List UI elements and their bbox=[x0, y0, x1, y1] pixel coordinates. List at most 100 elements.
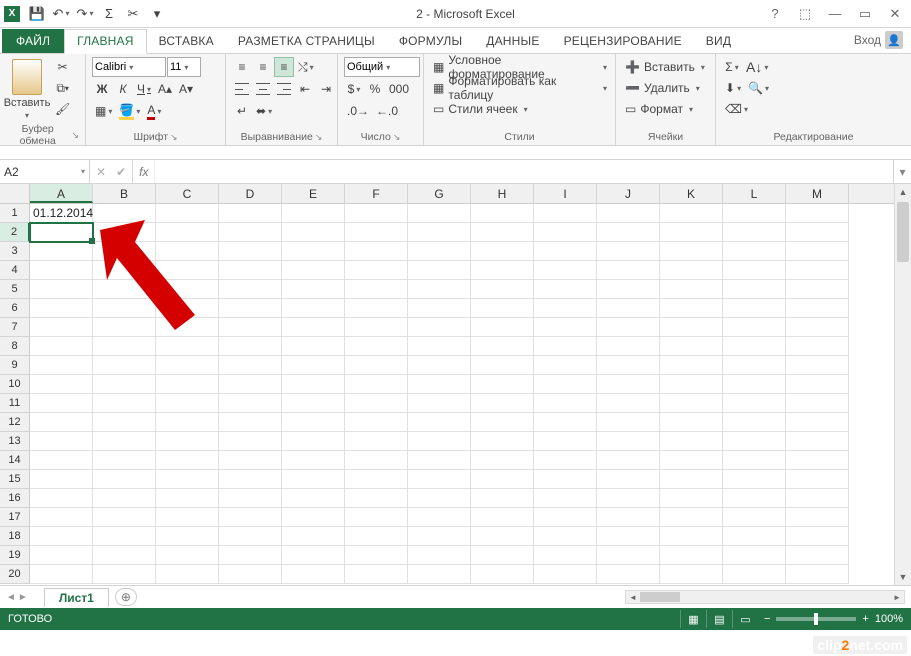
number-format-select[interactable]: Общий▾ bbox=[344, 57, 420, 77]
scroll-down-icon[interactable]: ▼ bbox=[895, 569, 911, 585]
italic-button[interactable]: К bbox=[113, 79, 133, 99]
cell[interactable] bbox=[786, 394, 849, 413]
cell[interactable] bbox=[471, 489, 534, 508]
cell[interactable] bbox=[786, 356, 849, 375]
cell[interactable] bbox=[660, 280, 723, 299]
cell[interactable] bbox=[723, 356, 786, 375]
cell[interactable] bbox=[219, 394, 282, 413]
tab-insert[interactable]: ВСТАВКА bbox=[147, 30, 226, 53]
cell[interactable] bbox=[219, 451, 282, 470]
cell[interactable] bbox=[723, 470, 786, 489]
cell[interactable] bbox=[156, 204, 219, 223]
cell[interactable] bbox=[156, 261, 219, 280]
cell[interactable] bbox=[408, 527, 471, 546]
zoom-out-icon[interactable]: − bbox=[764, 613, 770, 625]
cell[interactable] bbox=[345, 299, 408, 318]
column-header[interactable]: E bbox=[282, 184, 345, 203]
cell[interactable] bbox=[534, 242, 597, 261]
autosum-icon[interactable]: Σ bbox=[98, 3, 120, 25]
column-header[interactable]: F bbox=[345, 184, 408, 203]
cell[interactable] bbox=[93, 565, 156, 584]
cell[interactable] bbox=[597, 546, 660, 565]
cell[interactable] bbox=[408, 565, 471, 584]
cell[interactable] bbox=[30, 318, 93, 337]
cell[interactable] bbox=[408, 470, 471, 489]
cell[interactable] bbox=[597, 394, 660, 413]
cell[interactable] bbox=[534, 527, 597, 546]
percent-format-icon[interactable]: % bbox=[365, 79, 385, 99]
cell[interactable] bbox=[597, 527, 660, 546]
cell[interactable] bbox=[93, 527, 156, 546]
cell[interactable] bbox=[30, 356, 93, 375]
cell[interactable] bbox=[30, 223, 93, 242]
row-header[interactable]: 19 bbox=[0, 546, 30, 565]
cell[interactable] bbox=[93, 451, 156, 470]
cell[interactable] bbox=[786, 565, 849, 584]
format-cells-button[interactable]: ▭ Формат bbox=[622, 99, 712, 119]
cell[interactable] bbox=[219, 489, 282, 508]
cell[interactable] bbox=[786, 280, 849, 299]
cell-styles-button[interactable]: ▭ Стили ячеек bbox=[430, 99, 610, 119]
cell[interactable] bbox=[156, 356, 219, 375]
row-header[interactable]: 11 bbox=[0, 394, 30, 413]
cell[interactable] bbox=[345, 565, 408, 584]
row-header[interactable]: 7 bbox=[0, 318, 30, 337]
cell[interactable] bbox=[156, 413, 219, 432]
cell[interactable] bbox=[660, 299, 723, 318]
cell[interactable] bbox=[723, 451, 786, 470]
cell[interactable] bbox=[219, 261, 282, 280]
cell[interactable] bbox=[534, 451, 597, 470]
increase-indent-icon[interactable]: ⇥ bbox=[316, 79, 336, 99]
cell[interactable] bbox=[345, 508, 408, 527]
align-center-icon[interactable] bbox=[253, 79, 273, 99]
cell[interactable] bbox=[786, 508, 849, 527]
sheet-tab-active[interactable]: Лист1 bbox=[44, 588, 109, 607]
cell[interactable] bbox=[471, 546, 534, 565]
cell[interactable] bbox=[156, 337, 219, 356]
cell[interactable] bbox=[408, 432, 471, 451]
cell[interactable] bbox=[597, 470, 660, 489]
cell[interactable] bbox=[93, 508, 156, 527]
format-painter-button[interactable]: 🖌 bbox=[52, 99, 73, 119]
cell[interactable] bbox=[597, 261, 660, 280]
cell[interactable] bbox=[471, 470, 534, 489]
cell[interactable] bbox=[30, 280, 93, 299]
cell[interactable] bbox=[471, 432, 534, 451]
add-sheet-button[interactable]: ⊕ bbox=[115, 588, 137, 606]
cell[interactable] bbox=[345, 223, 408, 242]
cell[interactable] bbox=[597, 489, 660, 508]
cell[interactable] bbox=[471, 527, 534, 546]
cell[interactable] bbox=[471, 223, 534, 242]
number-launcher-icon[interactable]: ↘ bbox=[393, 132, 401, 143]
cell[interactable] bbox=[660, 356, 723, 375]
cell[interactable] bbox=[93, 299, 156, 318]
orientation-icon[interactable]: ⤭ bbox=[295, 57, 317, 77]
cell[interactable] bbox=[471, 337, 534, 356]
cell[interactable] bbox=[345, 394, 408, 413]
cell[interactable] bbox=[534, 280, 597, 299]
paste-button[interactable]: Вставить ▾ bbox=[6, 57, 48, 121]
cell[interactable] bbox=[30, 375, 93, 394]
wrap-text-button[interactable]: ↵ bbox=[232, 101, 252, 121]
cell[interactable] bbox=[408, 318, 471, 337]
cell[interactable] bbox=[723, 413, 786, 432]
cell[interactable] bbox=[660, 451, 723, 470]
cell[interactable] bbox=[786, 375, 849, 394]
cell[interactable] bbox=[219, 318, 282, 337]
zoom-slider[interactable] bbox=[776, 617, 856, 621]
row-header[interactable]: 5 bbox=[0, 280, 30, 299]
cell[interactable] bbox=[534, 432, 597, 451]
cell[interactable] bbox=[723, 204, 786, 223]
cell[interactable] bbox=[597, 223, 660, 242]
sheet-nav-prev-icon[interactable]: ◄ bbox=[6, 592, 16, 603]
cell[interactable] bbox=[786, 451, 849, 470]
column-header[interactable]: B bbox=[93, 184, 156, 203]
column-header[interactable]: J bbox=[597, 184, 660, 203]
cell[interactable] bbox=[30, 413, 93, 432]
cell[interactable] bbox=[723, 394, 786, 413]
cell[interactable] bbox=[471, 375, 534, 394]
cell[interactable] bbox=[597, 413, 660, 432]
hscroll-thumb[interactable] bbox=[640, 592, 680, 602]
cell[interactable] bbox=[723, 318, 786, 337]
cell[interactable] bbox=[93, 337, 156, 356]
